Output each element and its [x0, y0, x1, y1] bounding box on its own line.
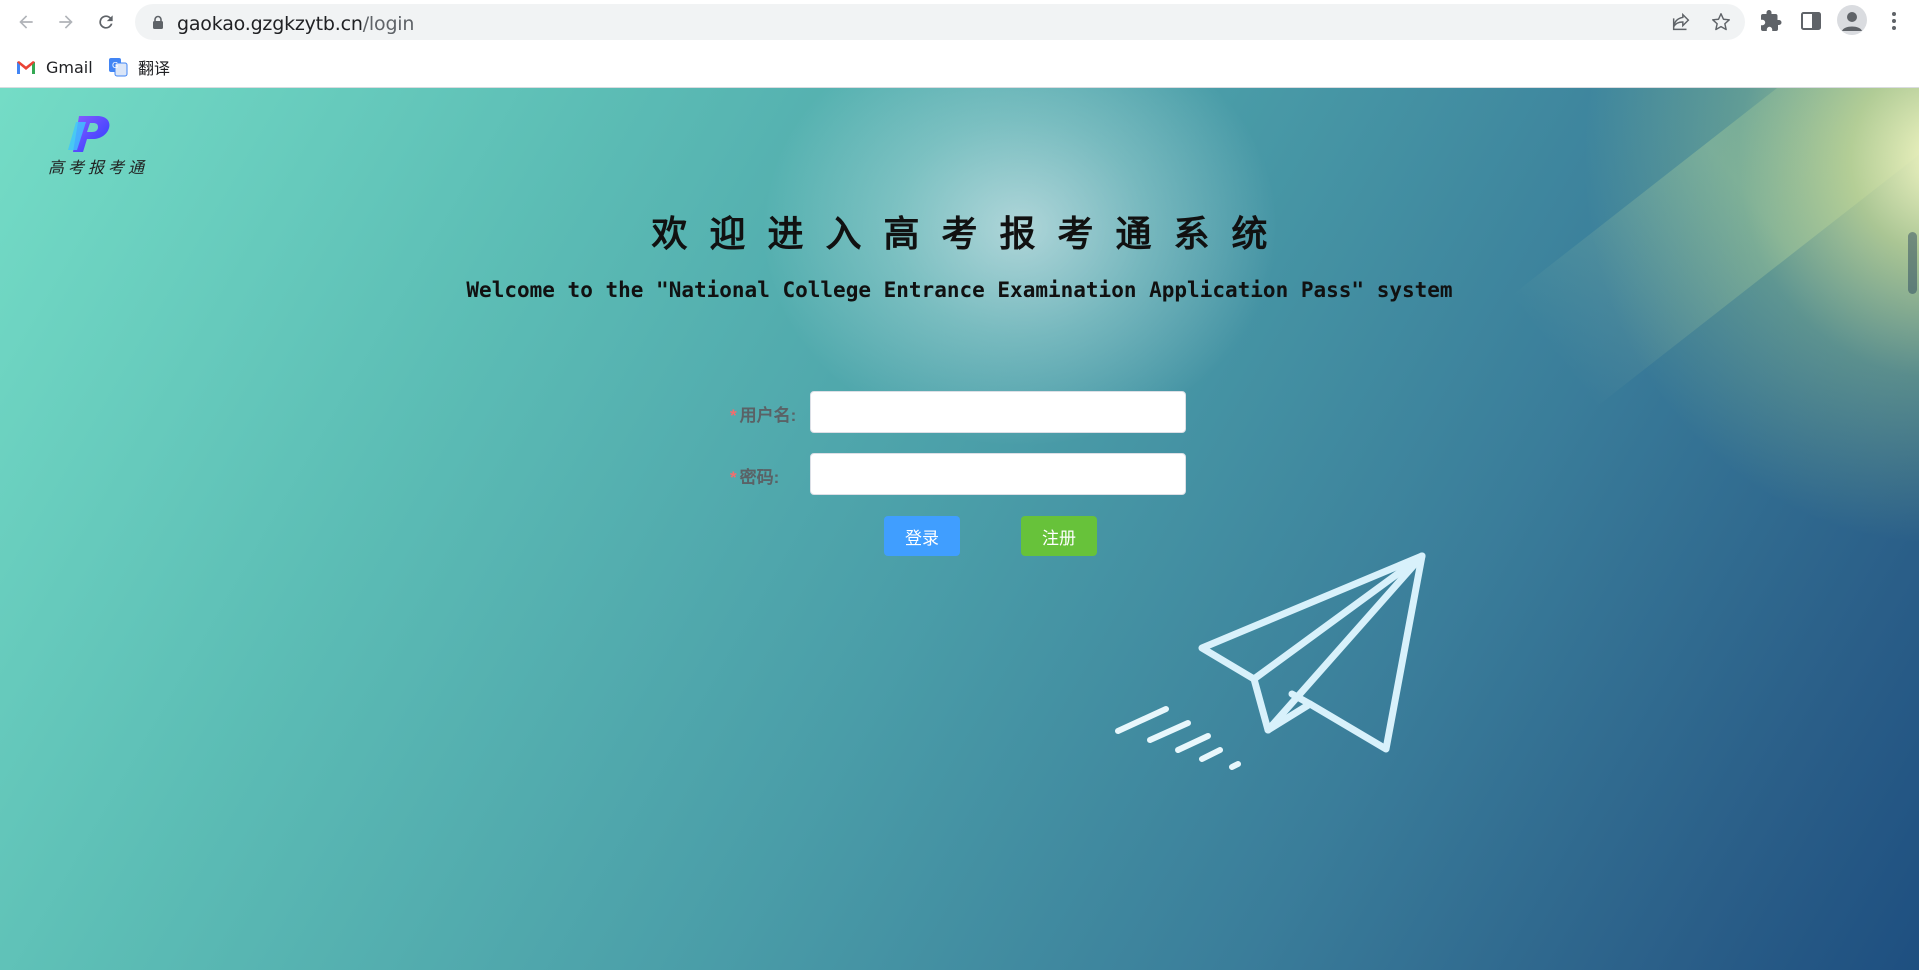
password-label: * 密码:	[730, 463, 810, 488]
profile-avatar[interactable]	[1837, 5, 1867, 35]
kebab-menu-icon[interactable]	[1882, 9, 1906, 33]
gmail-icon	[17, 61, 35, 74]
password-row: * 密码:	[730, 453, 1190, 495]
extensions-icon[interactable]	[1759, 9, 1783, 33]
password-label-text: 密码:	[739, 468, 780, 487]
back-button[interactable]	[11, 7, 41, 37]
login-page: 高考报考通 欢迎进入高考报考通系统 Welcome to the "Nation…	[0, 88, 1919, 970]
url-path: /login	[362, 13, 415, 35]
bookmark-label: Gmail	[46, 57, 93, 77]
username-label: * 用户名:	[730, 401, 810, 426]
url-host: gaokao.gzgkzytb.cn	[177, 13, 363, 35]
bookmark-gmail[interactable]: Gmail	[16, 55, 93, 79]
share-icon[interactable]	[1670, 11, 1692, 33]
forward-button[interactable]	[51, 7, 81, 37]
password-input[interactable]	[810, 453, 1186, 495]
scrollbar-thumb[interactable]	[1908, 232, 1917, 294]
page-subtitle: Welcome to the "National College Entranc…	[466, 278, 1453, 302]
translate-icon: G	[109, 58, 128, 77]
side-panel-icon[interactable]	[1799, 9, 1823, 33]
username-row: * 用户名:	[730, 391, 1190, 433]
arrow-right-icon	[59, 15, 73, 29]
sun-glow	[1580, 88, 1919, 548]
bookmark-label: 翻译	[138, 59, 171, 78]
person-icon	[1842, 12, 1862, 31]
bookmarks-bar: Gmail G 翻译	[0, 43, 1919, 88]
page-title: 欢迎进入高考报考通系统	[651, 213, 1290, 255]
paper-plane-icon	[1115, 552, 1426, 770]
url-text: gaokao.gzgkzytb.cn/login	[177, 13, 414, 35]
star-icon[interactable]	[1710, 11, 1732, 33]
register-button[interactable]: 注册	[1021, 516, 1097, 556]
svg-text:G: G	[112, 61, 118, 70]
required-mark: *	[730, 406, 737, 425]
address-bar[interactable]: gaokao.gzgkzytb.cn/login	[135, 4, 1745, 40]
browser-toolbar: gaokao.gzgkzytb.cn/login	[0, 0, 1919, 43]
required-mark: *	[730, 468, 737, 487]
reload-button[interactable]	[91, 7, 121, 37]
username-input[interactable]	[810, 391, 1186, 433]
arrow-left-icon	[19, 15, 33, 29]
logo-caption: 高考报考通	[48, 158, 149, 177]
login-button[interactable]: 登录	[884, 516, 960, 556]
bookmark-translate[interactable]: G 翻译	[108, 55, 170, 79]
username-label-text: 用户名:	[739, 406, 797, 425]
reload-icon	[99, 15, 113, 29]
lock-icon	[153, 15, 163, 29]
